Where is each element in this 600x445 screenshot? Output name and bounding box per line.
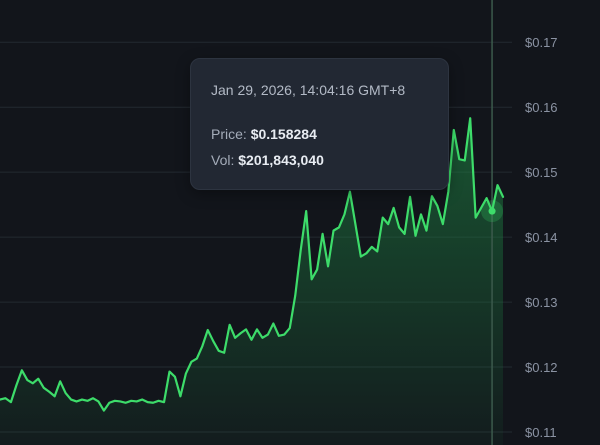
tooltip-volume-row: Vol: $201,843,040 (211, 151, 448, 169)
y-tick-label: $0.11 (525, 425, 557, 440)
y-tick-label: $0.16 (525, 100, 558, 115)
price-chart-container: $0.17 $0.16 $0.15 $0.14 $0.13 $0.12 $0.11 Jan … (0, 0, 600, 445)
tooltip-price-value: $0.158284 (250, 126, 317, 142)
hover-marker-layer (481, 200, 504, 223)
y-tick-label: $0.12 (525, 360, 558, 375)
tooltip-price-label: Price: (211, 126, 247, 142)
tooltip-price-row: Price: $0.158284 (211, 125, 448, 143)
y-tick-label: $0.15 (525, 165, 558, 180)
price-tooltip: Jan 29, 2026, 14:04:16 GMT+8 Price: $0.1… (190, 58, 449, 190)
tooltip-date: Jan 29, 2026, 14:04:16 GMT+8 (211, 82, 406, 98)
tooltip-volume-value: $201,843,040 (238, 152, 324, 168)
hover-marker-dot (488, 207, 496, 215)
y-tick-label: $0.14 (525, 230, 558, 245)
y-tick-label: $0.13 (525, 295, 558, 310)
y-tick-label: $0.17 (525, 35, 558, 50)
tooltip-volume-label: Vol: (211, 152, 235, 168)
y-axis: $0.17 $0.16 $0.15 $0.14 $0.13 $0.12 $0.11 (525, 35, 558, 440)
